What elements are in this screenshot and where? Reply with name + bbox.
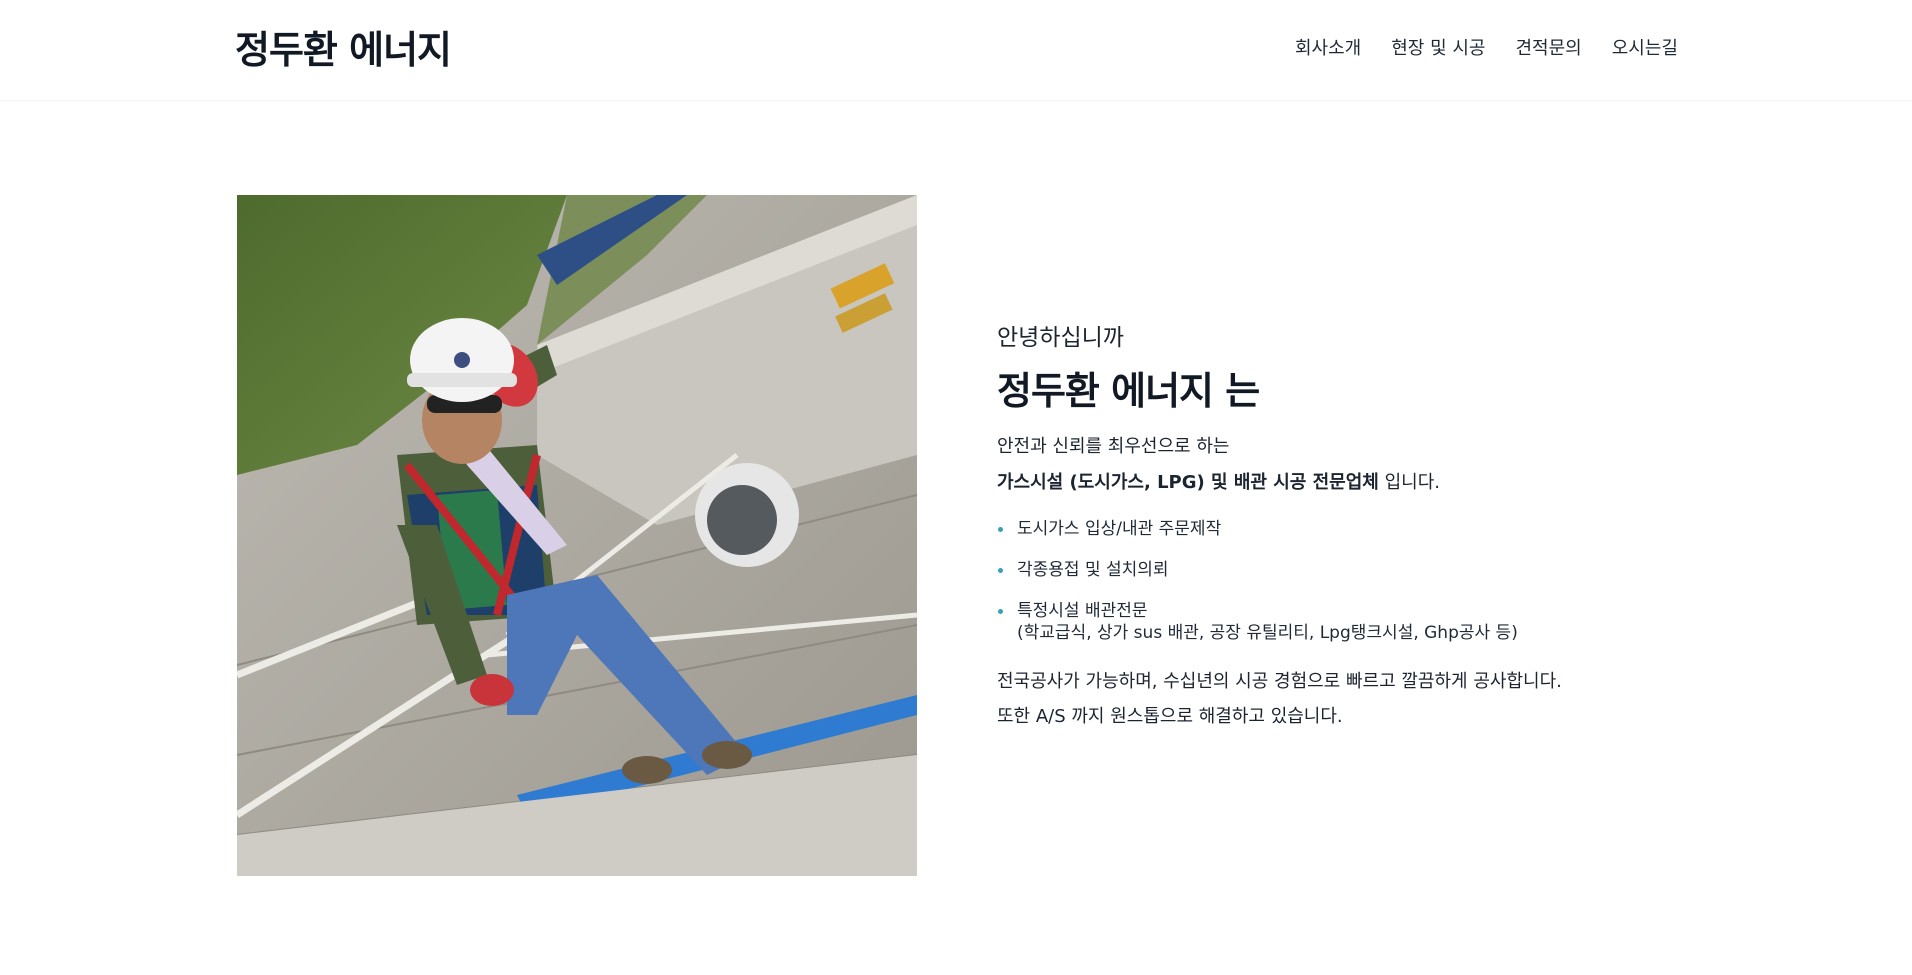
nav-item-projects[interactable]: 현장 및 시공 xyxy=(1391,34,1485,64)
service-title: 도시가스 입상/내관 주문제작 xyxy=(1017,519,1222,539)
main-nav: 회사소개 현장 및 시공 견적문의 오시는길 xyxy=(1295,34,1678,64)
intro-line-2: 가스시설 (도시가스, LPG) 및 배관 시공 전문업체 입니다. xyxy=(997,466,1637,500)
service-title: 특정시설 배관전문 xyxy=(1017,601,1148,621)
nav-item-estimate[interactable]: 견적문의 xyxy=(1516,34,1582,64)
intro-section: 안녕하십니까 정두환 에너지 는 안전과 신뢰를 최우선으로 하는 가스시설 (… xyxy=(997,318,1637,734)
service-detail: (학교급식, 상가 sus 배관, 공장 유틸리티, Lpg탱크시설, Ghp공… xyxy=(1017,623,1518,643)
intro-line-2-rest: 입니다. xyxy=(1378,472,1440,493)
site-logo[interactable]: 정두환 에너지 xyxy=(235,24,452,76)
closing-line-1: 전국공사가 가능하며, 수십년의 시공 경험으로 빠르고 깔끔하게 공사합니다. xyxy=(997,671,1562,692)
closing-line-2: 또한 A/S 까지 원스톱으로 해결하고 있습니다. xyxy=(997,706,1343,727)
list-item: 각종용접 및 설치의뢰 xyxy=(997,559,1637,581)
closing-text: 전국공사가 가능하며, 수십년의 시공 경험으로 빠르고 깔끔하게 공사합니다.… xyxy=(997,664,1637,734)
intro-line-1: 안전과 신뢰를 최우선으로 하는 xyxy=(997,436,1230,457)
list-item: 특정시설 배관전문 (학교급식, 상가 sus 배관, 공장 유틸리티, Lpg… xyxy=(997,600,1637,644)
bullet-icon xyxy=(998,609,1003,614)
list-item: 도시가스 입상/내관 주문제작 xyxy=(997,518,1637,540)
services-list: 도시가스 입상/내관 주문제작 각종용접 및 설치의뢰 특정시설 배관전문 (학… xyxy=(997,518,1637,644)
hero-photo-worker-rope-access xyxy=(237,195,917,876)
nav-item-company[interactable]: 회사소개 xyxy=(1295,34,1361,64)
bullet-icon xyxy=(998,527,1003,532)
site-header: 정두환 에너지 회사소개 현장 및 시공 견적문의 오시는길 xyxy=(0,0,1912,100)
service-title: 각종용접 및 설치의뢰 xyxy=(1017,560,1169,580)
intro-line-2-bold: 가스시설 (도시가스, LPG) 및 배관 시공 전문업체 xyxy=(997,472,1379,493)
greeting-text: 안녕하십니까 xyxy=(997,325,1124,351)
nav-item-directions[interactable]: 오시는길 xyxy=(1612,34,1678,64)
company-heading: 정두환 에너지 는 xyxy=(997,369,1260,413)
bullet-icon xyxy=(998,568,1003,573)
